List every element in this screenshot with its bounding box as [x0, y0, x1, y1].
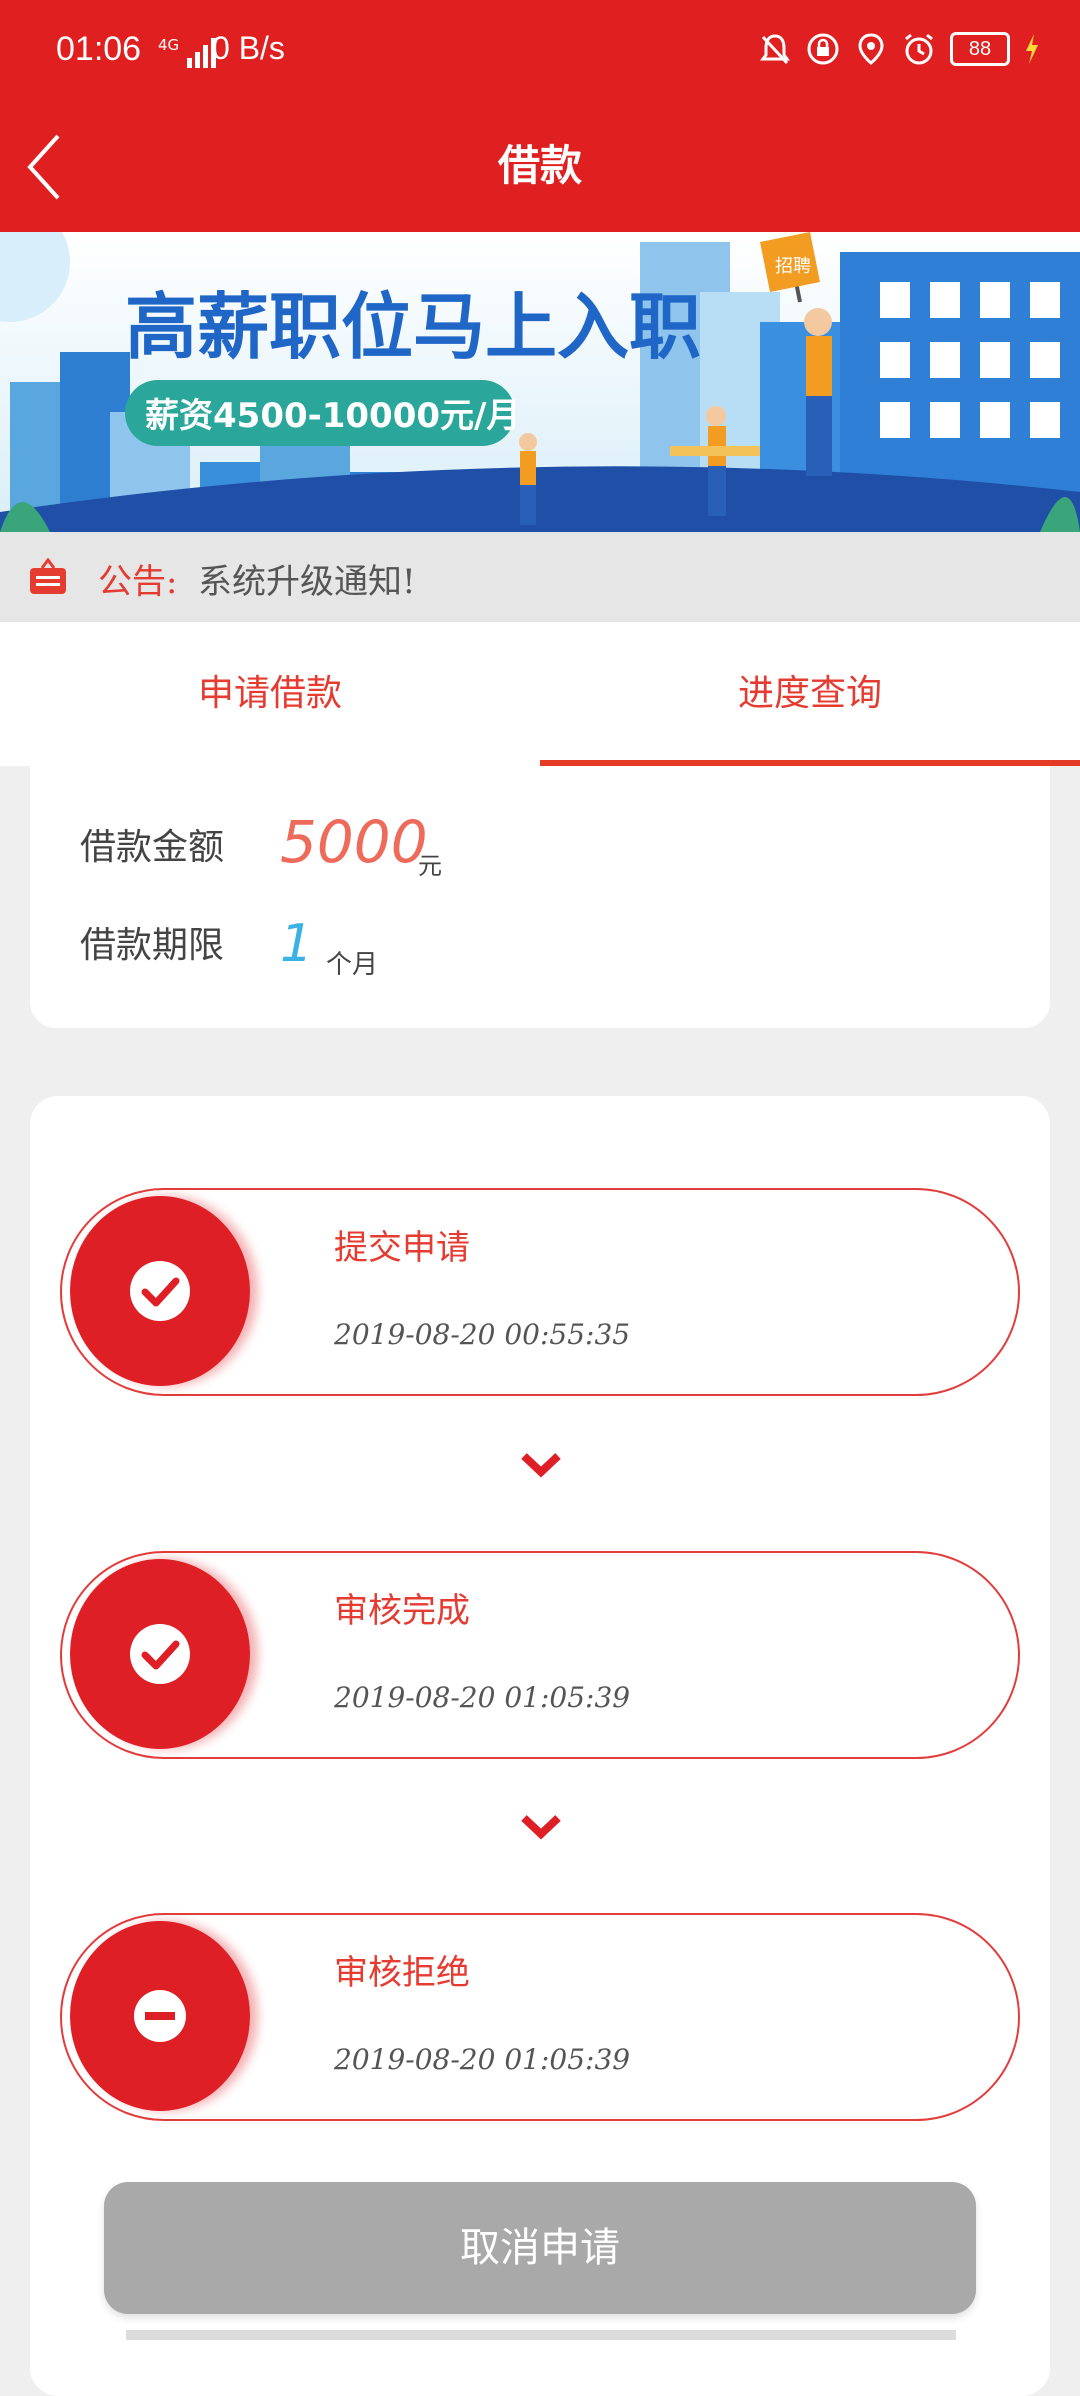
- step-time: 2019-08-20 01:05:39: [334, 2043, 631, 2076]
- progress-step: 审核完成 2019-08-20 01:05:39: [60, 1551, 1020, 1759]
- step-status-circle: [70, 1559, 250, 1749]
- step-name: 审核完成: [334, 1591, 470, 1631]
- bottom-divider: [126, 2330, 956, 2340]
- step-status-circle: [70, 1196, 250, 1386]
- amount-unit: 元: [418, 852, 442, 880]
- alarm-icon: [905, 33, 933, 65]
- step-time: 2019-08-20 01:05:39: [334, 1681, 631, 1714]
- amount-value: 5000: [280, 808, 428, 876]
- status-time: 01:06: [56, 30, 142, 68]
- chevron-down-icon: [521, 1453, 561, 1478]
- check-icon: [130, 1261, 190, 1321]
- step-time: 2019-08-20 00:55:35: [334, 1318, 631, 1351]
- notice-bar[interactable]: 公告: 系统升级通知!: [0, 532, 1080, 622]
- banner-subline: 薪资4500-10000元/月: [145, 396, 520, 436]
- location-icon: [858, 33, 884, 65]
- bell-off-icon: [760, 34, 790, 65]
- banner[interactable]: 招聘 高薪职位马上入职 薪资4500-10000元/月: [0, 232, 1080, 532]
- term-label: 借款期限: [80, 925, 225, 966]
- amount-label: 借款金额: [80, 827, 225, 868]
- status-icons: 88: [758, 32, 1040, 66]
- banner-headline: 高薪职位马上入职: [125, 285, 701, 369]
- cancel-application-button[interactable]: 取消申请: [104, 2182, 976, 2314]
- nav-bar: 借款: [0, 110, 1080, 232]
- chevron-down-icon: [521, 1815, 561, 1840]
- network-type: 4G: [158, 36, 180, 54]
- tab-apply-loan[interactable]: 申请借款: [0, 622, 540, 766]
- check-icon: [130, 1624, 190, 1684]
- top-bar: 01:06 4G 0 B/s 88 借款: [0, 0, 1080, 232]
- progress-step: 审核拒绝 2019-08-20 01:05:39: [60, 1913, 1020, 2121]
- loan-info-card: 借款金额 5000 元 借款期限 1 个月: [30, 766, 1050, 1028]
- tab-progress-query[interactable]: 进度查询: [540, 622, 1080, 766]
- battery-icon: 88: [950, 32, 1010, 66]
- step-status-circle: [70, 1921, 250, 2111]
- network-speed: 0 B/s: [212, 30, 285, 66]
- announcement-icon: [30, 558, 66, 594]
- term-unit: 个月: [326, 950, 379, 980]
- step-name: 提交申请: [334, 1228, 470, 1268]
- charging-icon: [1026, 34, 1038, 64]
- notice-message: 系统升级通知!: [198, 562, 416, 602]
- term-value: 1: [280, 914, 314, 974]
- banner-flag-text: 招聘: [775, 256, 811, 277]
- lock-rotation-icon: [807, 33, 839, 65]
- notice-label: 公告:: [98, 562, 178, 602]
- tab-bar: 申请借款 进度查询: [0, 622, 1080, 766]
- page-title: 借款: [497, 141, 582, 190]
- step-name: 审核拒绝: [334, 1953, 470, 1993]
- minus-icon: [134, 1990, 186, 2042]
- banner-illustration: 招聘 高薪职位马上入职 薪资4500-10000元/月: [0, 232, 1080, 532]
- status-bar: 01:06 4G 0 B/s 88: [0, 0, 1080, 110]
- progress-step: 提交申请 2019-08-20 00:55:35: [60, 1188, 1020, 1396]
